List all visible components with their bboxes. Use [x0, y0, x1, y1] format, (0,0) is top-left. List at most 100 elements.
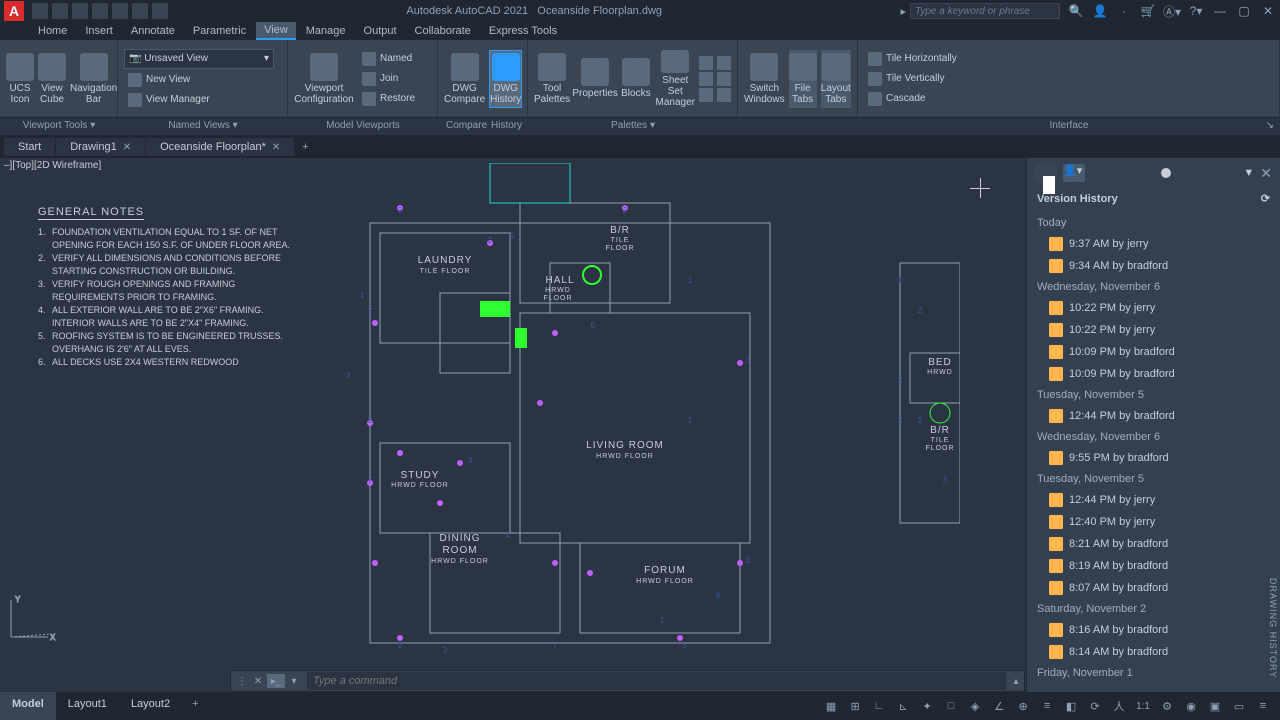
- qat-save-icon[interactable]: [72, 3, 88, 19]
- nav-bar-button[interactable]: Navigation Bar: [70, 50, 117, 108]
- vh-version-item[interactable]: 8:21 AM by bradford: [1027, 533, 1280, 555]
- tab-annotate[interactable]: Annotate: [123, 23, 183, 39]
- palette-icon-3[interactable]: [699, 88, 713, 102]
- palette-icon-1[interactable]: [699, 56, 713, 70]
- search-box[interactable]: Type a keyword or phrase: [910, 3, 1060, 19]
- command-input[interactable]: [307, 672, 1006, 690]
- vh-version-item[interactable]: 12:40 PM by jerry: [1027, 511, 1280, 533]
- search-icon[interactable]: 🔍: [1068, 3, 1084, 19]
- view-cube-button[interactable]: View Cube: [38, 50, 66, 108]
- vh-version-item[interactable]: 10:09 PM by bradford: [1027, 363, 1280, 385]
- tool-palettes-button[interactable]: Tool Palettes: [534, 50, 570, 108]
- ucs-icon[interactable]: Y X: [6, 592, 56, 642]
- new-view-button[interactable]: New View: [124, 71, 281, 89]
- status-snap-icon[interactable]: ∟: [868, 695, 890, 717]
- vh-user-dropdown[interactable]: 👤▾: [1063, 164, 1085, 182]
- palette-icon-5[interactable]: [717, 72, 731, 86]
- cmd-close-icon[interactable]: ✕: [251, 674, 265, 688]
- restore-vp-button[interactable]: Restore: [358, 90, 419, 108]
- vh-version-item[interactable]: 9:37 AM by jerry: [1027, 233, 1280, 255]
- palette-icon-6[interactable]: [717, 88, 731, 102]
- vh-version-item[interactable]: 9:34 AM by bradford: [1027, 255, 1280, 277]
- status-dyn-icon[interactable]: ⊕: [1012, 695, 1034, 717]
- named-vp-button[interactable]: Named: [358, 50, 419, 68]
- tab-collaborate[interactable]: Collaborate: [407, 23, 479, 39]
- vh-version-item[interactable]: 10:22 PM by jerry: [1027, 297, 1280, 319]
- refresh-icon[interactable]: ⟳: [1261, 192, 1270, 205]
- status-customize-icon[interactable]: ≡: [1252, 695, 1274, 717]
- file-tab-start[interactable]: Start: [4, 138, 55, 156]
- file-tab-oceanside[interactable]: Oceanside Floorplan*✕: [146, 138, 294, 156]
- vh-version-item[interactable]: 9:55 PM by bradford: [1027, 447, 1280, 469]
- status-otrack-icon[interactable]: ∠: [988, 695, 1010, 717]
- minimize-icon[interactable]: —: [1212, 3, 1228, 19]
- status-gear-icon[interactable]: ⚙: [1156, 695, 1178, 717]
- tab-home[interactable]: Home: [30, 23, 75, 39]
- app-menu-icon[interactable]: Ⓐ▾: [1164, 3, 1180, 19]
- tab-insert[interactable]: Insert: [77, 23, 121, 39]
- status-grid-icon[interactable]: ⊞: [844, 695, 866, 717]
- drawing-history-label[interactable]: DRAWING HISTORY: [1268, 578, 1278, 678]
- vh-version-item[interactable]: 8:19 AM by bradford: [1027, 555, 1280, 577]
- panel-label-viewport[interactable]: Viewport Tools ▾: [0, 118, 118, 135]
- ucs-icon-button[interactable]: UCS Icon: [6, 50, 34, 108]
- qat-undo-icon[interactable]: [132, 3, 148, 19]
- join-vp-button[interactable]: Join: [358, 70, 419, 88]
- command-line[interactable]: ⋮ ✕ ▸_ ▾ ▴: [230, 670, 1025, 692]
- properties-button[interactable]: Properties: [574, 50, 616, 108]
- new-tab-button[interactable]: +: [295, 141, 315, 153]
- qat-saveas-icon[interactable]: [92, 3, 108, 19]
- vh-list[interactable]: Today9:37 AM by jerry9:34 AM by bradford…: [1027, 209, 1280, 692]
- tab-express[interactable]: Express Tools: [481, 23, 565, 39]
- vh-version-item[interactable]: 8:14 AM by bradford: [1027, 641, 1280, 663]
- layout2-tab[interactable]: Layout2: [119, 692, 182, 720]
- status-osnap-icon[interactable]: □: [940, 695, 962, 717]
- file-tab-drawing1[interactable]: Drawing1✕: [56, 138, 145, 156]
- status-hardware-icon[interactable]: ▣: [1204, 695, 1226, 717]
- layout-tabs-button[interactable]: Layout Tabs: [821, 50, 851, 108]
- drawing-canvas[interactable]: –][Top][2D Wireframe] GENERAL NOTES FOUN…: [0, 158, 1280, 692]
- close-icon[interactable]: ✕: [1260, 3, 1276, 19]
- qat-plot-icon[interactable]: [112, 3, 128, 19]
- status-cycling-icon[interactable]: ⟳: [1084, 695, 1106, 717]
- file-tabs-button[interactable]: File Tabs: [789, 50, 817, 108]
- view-manager-button[interactable]: View Manager: [124, 91, 281, 109]
- dwg-compare-button[interactable]: DWG Compare: [444, 50, 485, 108]
- app-logo[interactable]: A: [4, 1, 24, 21]
- qat-redo-icon[interactable]: [152, 3, 168, 19]
- status-model-icon[interactable]: ▦: [820, 695, 842, 717]
- vh-version-item[interactable]: 12:44 PM by bradford: [1027, 405, 1280, 427]
- maximize-icon[interactable]: ▢: [1236, 3, 1252, 19]
- add-layout-button[interactable]: +: [182, 692, 208, 720]
- vh-version-item[interactable]: 10:09 PM by bradford: [1027, 341, 1280, 363]
- tab-output[interactable]: Output: [356, 23, 405, 39]
- help-icon[interactable]: ?▾: [1188, 3, 1204, 19]
- cmd-history-icon[interactable]: ▴: [1008, 676, 1024, 687]
- status-clean-icon[interactable]: ▭: [1228, 695, 1250, 717]
- status-transparency-icon[interactable]: ◧: [1060, 695, 1082, 717]
- status-3dosnap-icon[interactable]: ◈: [964, 695, 986, 717]
- close-tab-icon[interactable]: ✕: [123, 142, 131, 153]
- tile-vertical-button[interactable]: Tile Vertically: [864, 70, 1273, 88]
- status-annoscale-icon[interactable]: 人: [1108, 695, 1130, 717]
- panel-label-palettes[interactable]: Palettes ▾: [528, 118, 738, 135]
- viewport-config-button[interactable]: Viewport Configuration: [294, 50, 354, 108]
- named-view-combo[interactable]: 📷 Unsaved View▾: [124, 49, 274, 69]
- vh-version-item[interactable]: 8:16 AM by bradford: [1027, 619, 1280, 641]
- close-tab-icon[interactable]: ✕: [272, 142, 280, 153]
- qat-open-icon[interactable]: [52, 3, 68, 19]
- switch-windows-button[interactable]: Switch Windows: [744, 50, 785, 108]
- cmd-dropdown-icon[interactable]: ▾: [287, 674, 301, 688]
- user-icon[interactable]: 👤: [1092, 3, 1108, 19]
- status-polar-icon[interactable]: ✦: [916, 695, 938, 717]
- qat-new-icon[interactable]: [32, 3, 48, 19]
- vh-funnel-icon[interactable]: ▼: [1243, 167, 1254, 179]
- cart-icon[interactable]: 🛒: [1140, 3, 1156, 19]
- status-isolate-icon[interactable]: ◉: [1180, 695, 1202, 717]
- tab-view[interactable]: View: [256, 22, 296, 40]
- palette-icon-4[interactable]: [717, 56, 731, 70]
- search-caret-icon[interactable]: ▸: [900, 5, 906, 18]
- tab-parametric[interactable]: Parametric: [185, 23, 254, 39]
- status-lwt-icon[interactable]: ≡: [1036, 695, 1058, 717]
- vh-slider-thumb[interactable]: [1161, 168, 1171, 178]
